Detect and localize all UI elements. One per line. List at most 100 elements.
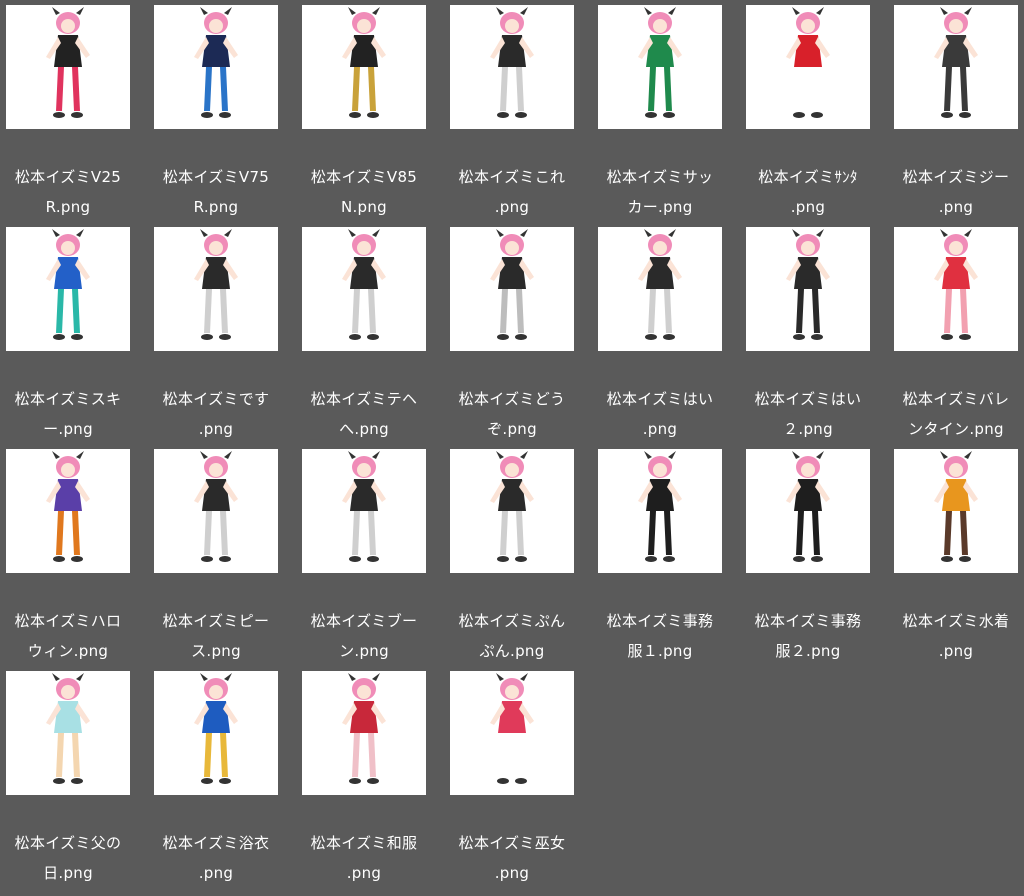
file-thumbnail[interactable] [598, 227, 722, 351]
file-thumbnail[interactable] [154, 671, 278, 795]
character-illustration-icon [894, 227, 1018, 351]
file-name[interactable]: 松本イズミスキ ー.png [0, 384, 136, 444]
file-thumbnail[interactable] [154, 449, 278, 573]
file-item[interactable]: 松本イズミテヘ へ.png [296, 222, 444, 444]
file-name-line1: 松本イズミはい [606, 390, 714, 408]
file-item[interactable]: 松本イズミバレ ンタイン.png [888, 222, 1024, 444]
file-thumbnail[interactable] [894, 449, 1018, 573]
file-item[interactable]: 松本イズミ父の 日.png [0, 666, 148, 888]
file-thumbnail[interactable] [450, 227, 574, 351]
file-thumbnail[interactable] [6, 227, 130, 351]
file-name-line2: .png [346, 864, 382, 882]
file-name[interactable]: 松本イズミV75 R.png [148, 162, 284, 222]
file-item[interactable]: 松本イズミピー ス.png [148, 444, 296, 666]
file-thumbnail[interactable] [6, 449, 130, 573]
file-thumbnail[interactable] [746, 5, 870, 129]
character-illustration-icon [746, 5, 870, 129]
file-item[interactable]: 松本イズミV85 N.png [296, 0, 444, 222]
file-name[interactable]: 松本イズミV85 N.png [296, 162, 432, 222]
file-thumbnail[interactable] [302, 227, 426, 351]
file-name-line2: ぞ.png [487, 420, 537, 438]
file-name-line1: 松本イズミV85 [310, 168, 418, 186]
file-name-line2: .png [494, 864, 530, 882]
file-name[interactable]: 松本イズミテヘ へ.png [296, 384, 432, 444]
file-icon-grid: 松本イズミV25 R.png 松本イズミV75 R.png 松本イズミV85 N.png 松… [0, 0, 1024, 896]
file-thumbnail[interactable] [450, 5, 574, 129]
file-item[interactable]: 松本イズミｻﾝﾀ .png [740, 0, 888, 222]
file-item[interactable]: 松本イズミ巫女 .png [444, 666, 592, 888]
file-name[interactable]: 松本イズミジー .png [888, 162, 1024, 222]
file-thumbnail[interactable] [894, 227, 1018, 351]
file-thumbnail[interactable] [450, 449, 574, 573]
file-item[interactable]: 松本イズミV25 R.png [0, 0, 148, 222]
file-thumbnail[interactable] [450, 671, 574, 795]
file-item[interactable]: 松本イズミどう ぞ.png [444, 222, 592, 444]
file-name-line1: 松本イズミスキ [14, 390, 122, 408]
file-name-line2: .png [790, 198, 826, 216]
file-name[interactable]: 松本イズミｻﾝﾀ .png [740, 162, 876, 222]
file-thumbnail[interactable] [154, 5, 278, 129]
file-thumbnail[interactable] [746, 449, 870, 573]
file-name[interactable]: 松本イズミピー ス.png [148, 606, 284, 666]
file-thumbnail[interactable] [302, 671, 426, 795]
file-name[interactable]: 松本イズミ浴衣 .png [148, 828, 284, 888]
file-thumbnail[interactable] [6, 5, 130, 129]
file-name-line1: 松本イズミピー [162, 612, 270, 630]
file-item[interactable]: 松本イズミ事務 服２.png [740, 444, 888, 666]
file-item[interactable]: 松本イズミV75 R.png [148, 0, 296, 222]
character-illustration-icon [154, 227, 278, 351]
file-item[interactable]: 松本イズミこれ .png [444, 0, 592, 222]
file-thumbnail[interactable] [302, 449, 426, 573]
file-name[interactable]: 松本イズミブー ン.png [296, 606, 432, 666]
file-thumbnail[interactable] [154, 227, 278, 351]
file-name[interactable]: 松本イズミV25 R.png [0, 162, 136, 222]
file-name-line2: ンタイン.png [908, 420, 1004, 438]
file-item[interactable]: 松本イズミはい ２.png [740, 222, 888, 444]
file-name[interactable]: 松本イズミぷん ぷん.png [444, 606, 580, 666]
file-thumbnail[interactable] [598, 449, 722, 573]
file-name[interactable]: 松本イズミです .png [148, 384, 284, 444]
file-name-line1: 松本イズミです [162, 390, 270, 408]
file-name[interactable]: 松本イズミはい .png [592, 384, 728, 444]
file-thumbnail[interactable] [746, 227, 870, 351]
file-item[interactable]: 松本イズミぷん ぷん.png [444, 444, 592, 666]
file-name[interactable]: 松本イズミ事務 服２.png [740, 606, 876, 666]
file-item[interactable]: 松本イズミ和服 .png [296, 666, 444, 888]
file-name[interactable]: 松本イズミ和服 .png [296, 828, 432, 888]
file-item[interactable]: 松本イズミスキ ー.png [0, 222, 148, 444]
file-item[interactable]: 松本イズミブー ン.png [296, 444, 444, 666]
file-name[interactable]: 松本イズミ事務 服１.png [592, 606, 728, 666]
file-name-line1: 松本イズミ水着 [902, 612, 1010, 630]
file-item[interactable]: 松本イズミ水着 .png [888, 444, 1024, 666]
file-name-line1: 松本イズミサッ [606, 168, 714, 186]
file-item[interactable]: 松本イズミハロ ウィン.png [0, 444, 148, 666]
file-item[interactable]: 松本イズミはい .png [592, 222, 740, 444]
file-name[interactable]: 松本イズミ父の 日.png [0, 828, 136, 888]
file-name[interactable]: 松本イズミハロ ウィン.png [0, 606, 136, 666]
character-illustration-icon [450, 5, 574, 129]
character-illustration-icon [6, 5, 130, 129]
file-thumbnail[interactable] [6, 671, 130, 795]
file-name[interactable]: 松本イズミはい ２.png [740, 384, 876, 444]
file-name[interactable]: 松本イズミサッ カー.png [592, 162, 728, 222]
character-illustration-icon [450, 671, 574, 795]
file-thumbnail[interactable] [894, 5, 1018, 129]
file-name[interactable]: 松本イズミ巫女 .png [444, 828, 580, 888]
file-item[interactable]: 松本イズミジー .png [888, 0, 1024, 222]
file-item[interactable]: 松本イズミ事務 服１.png [592, 444, 740, 666]
file-name-line1: 松本イズミ和服 [310, 834, 418, 852]
file-name[interactable]: 松本イズミバレ ンタイン.png [888, 384, 1024, 444]
file-name[interactable]: 松本イズミ水着 .png [888, 606, 1024, 666]
file-thumbnail[interactable] [302, 5, 426, 129]
file-item[interactable]: 松本イズミサッ カー.png [592, 0, 740, 222]
file-name-line1: 松本イズミはい [754, 390, 862, 408]
file-name-line1: 松本イズミバレ [902, 390, 1010, 408]
file-thumbnail[interactable] [598, 5, 722, 129]
file-name[interactable]: 松本イズミどう ぞ.png [444, 384, 580, 444]
file-name[interactable]: 松本イズミこれ .png [444, 162, 580, 222]
file-name-line1: 松本イズミジー [902, 168, 1010, 186]
file-name-line2: .png [198, 420, 234, 438]
file-item[interactable]: 松本イズミです .png [148, 222, 296, 444]
file-name-line2: 服２.png [775, 642, 841, 660]
file-item[interactable]: 松本イズミ浴衣 .png [148, 666, 296, 888]
